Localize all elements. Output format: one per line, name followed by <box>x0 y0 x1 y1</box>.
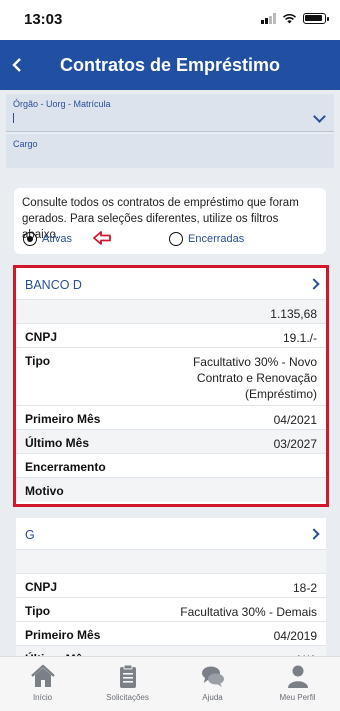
cargo-field[interactable]: Cargo <box>6 134 334 168</box>
primeiro-mes-row: Primeiro Mês 04/2019 <box>16 622 326 646</box>
chevron-right-icon[interactable] <box>308 278 320 290</box>
primeiro-mes-row: Primeiro Mês 04/2021 <box>16 406 326 430</box>
radio-unselected-icon[interactable] <box>169 232 183 246</box>
encerramento-label: Encerramento <box>25 460 106 474</box>
cargo-label: Cargo <box>13 139 38 149</box>
orgao-label: Órgão - Uorg - Matrícula <box>13 99 111 109</box>
orgao-select[interactable]: Órgão - Uorg - Matrícula <box>6 94 334 132</box>
amount-row: 1.135,68 <box>16 300 326 324</box>
primeiro-mes-value: 04/2021 <box>273 413 317 427</box>
status-icons <box>261 13 329 24</box>
motivo-row: Motivo <box>16 478 326 502</box>
amount-value: 1.135,68 <box>270 307 317 321</box>
page-title: Contratos de Empréstimo <box>59 54 281 75</box>
radio-ativas-label: Ativas <box>42 233 72 245</box>
tab-inicio[interactable]: Início <box>0 657 85 711</box>
cnpj-value: 19.1./- <box>282 331 317 345</box>
back-button[interactable] <box>6 53 28 77</box>
radio-selected-icon[interactable] <box>23 232 37 246</box>
chevron-down-icon[interactable] <box>313 110 326 123</box>
cnpj-row: CNPJ 19.1./- <box>16 324 326 348</box>
tab-solicitacoes-label: Solicitações <box>106 693 149 702</box>
filters: Órgão - Uorg - Matrícula Cargo <box>6 94 334 170</box>
tipo-row: Tipo Facultativa 30% - Demais <box>16 598 326 622</box>
cnpj-value: 18-2 <box>292 581 317 595</box>
home-icon <box>30 664 55 687</box>
clipboard-icon <box>119 664 136 688</box>
contract-card[interactable]: G CNPJ 18-2 Tipo Facultativa 30% - Demai… <box>16 518 326 670</box>
contract-header[interactable]: G <box>16 518 326 550</box>
tab-bar: Início Solicitações Ajuda Meu Perfil <box>0 656 340 711</box>
tab-ajuda-label: Ajuda <box>202 693 223 702</box>
primeiro-mes-value: 04/2019 <box>273 629 317 643</box>
tipo-label: Tipo <box>25 354 51 368</box>
ultimo-mes-label: Último Mês <box>25 436 90 450</box>
info-card: Consulte todos os contratos de empréstim… <box>14 188 326 254</box>
radio-encerradas[interactable]: Encerradas <box>169 232 244 246</box>
chevron-right-icon[interactable] <box>308 528 320 540</box>
status-radio-group: Ativas Encerradas <box>23 231 316 248</box>
tab-meu-perfil[interactable]: Meu Perfil <box>255 657 340 711</box>
status-bar: 13:03 <box>0 0 340 40</box>
tipo-row: Tipo Facultativo 30% - Novo Contrato e R… <box>16 348 326 406</box>
tab-ajuda[interactable]: Ajuda <box>170 657 255 711</box>
contract-card[interactable]: BANCO D 1.135,68 CNPJ 19.1./- Tipo Facul… <box>13 265 329 507</box>
signal-icon <box>261 13 276 24</box>
encerramento-row: Encerramento <box>16 454 326 478</box>
radio-encerradas-label: Encerradas <box>188 233 245 245</box>
ultimo-mes-row: Último Mês 03/2027 <box>16 430 326 454</box>
bank-name: BANCO D <box>25 278 82 292</box>
text-caret <box>13 113 14 123</box>
radio-ativas[interactable]: Ativas <box>23 232 72 246</box>
ultimo-mes-value: 03/2027 <box>273 437 317 451</box>
red-arrow-icon <box>93 231 111 245</box>
chevron-left-icon <box>12 58 21 72</box>
cnpj-label: CNPJ <box>25 330 58 344</box>
user-icon <box>287 665 308 688</box>
tipo-value: Facultativo 30% - Novo Contrato e Renova… <box>192 355 317 401</box>
motivo-label: Motivo <box>25 484 64 498</box>
tab-solicitacoes[interactable]: Solicitações <box>85 657 170 711</box>
primeiro-mes-label: Primeiro Mês <box>25 628 101 642</box>
tab-inicio-label: Início <box>32 693 53 702</box>
contract-header[interactable]: BANCO D <box>16 268 326 300</box>
bank-name: G <box>25 528 35 542</box>
cnpj-label: CNPJ <box>25 580 58 594</box>
cnpj-row: CNPJ 18-2 <box>16 574 326 598</box>
tab-meu-perfil-label: Meu Perfil <box>279 693 316 702</box>
amount-row <box>16 550 326 574</box>
tipo-label: Tipo <box>25 604 51 618</box>
wifi-icon <box>282 13 297 24</box>
status-time: 13:03 <box>24 11 63 28</box>
chat-bubbles-icon <box>201 666 224 687</box>
battery-icon <box>303 13 329 24</box>
primeiro-mes-label: Primeiro Mês <box>25 412 101 426</box>
app-header: Contratos de Empréstimo <box>0 40 340 90</box>
tipo-value: Facultativa 30% - Demais <box>180 605 317 619</box>
